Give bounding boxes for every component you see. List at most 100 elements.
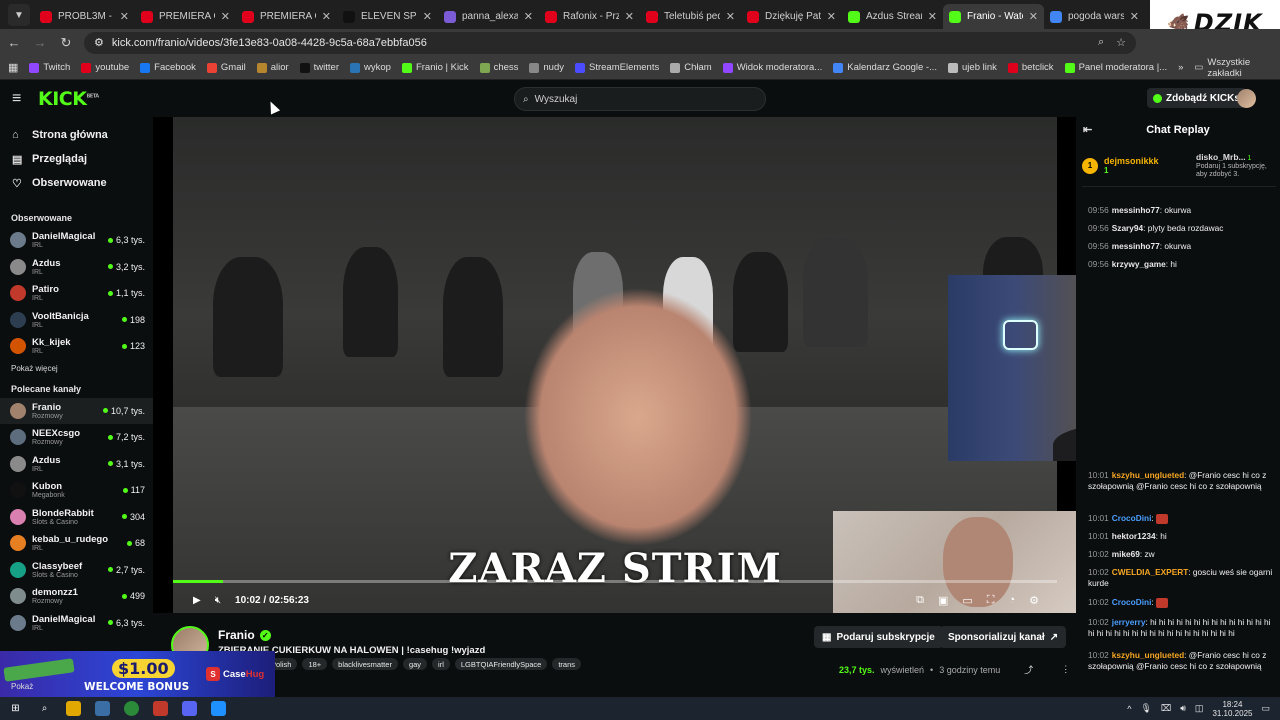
channel-item[interactable]: Kk_kijek IRL 123 xyxy=(0,333,153,360)
close-tab-icon[interactable]: ✕ xyxy=(423,10,432,23)
get-kicks-button[interactable]: Zdobądź KICKs xyxy=(1147,88,1246,108)
search-taskbar-icon[interactable]: ⌕ xyxy=(37,701,52,716)
nav-home[interactable]: ⌂ Strona główna xyxy=(0,123,153,147)
bookmark-item[interactable]: Kalendarz Google -... xyxy=(833,62,937,73)
bookmarks-overflow-icon[interactable]: » xyxy=(1178,62,1183,73)
stream-tag[interactable]: irl xyxy=(432,658,450,670)
streamer-name[interactable]: Franio xyxy=(218,628,255,642)
back-icon[interactable]: ← xyxy=(6,35,22,50)
bookmark-item[interactable]: betclick xyxy=(1007,62,1054,73)
bookmark-item[interactable]: nudy xyxy=(529,62,564,73)
browser-tab[interactable]: pogoda warsz ✕ xyxy=(1044,4,1145,29)
show-more-followed[interactable]: Pokaż więcej xyxy=(0,360,153,378)
kick-logo[interactable]: KICKBETA xyxy=(38,88,99,110)
bookmark-item[interactable]: Chłam xyxy=(670,62,712,73)
tray-app-icon[interactable]: ◫ xyxy=(1195,703,1204,714)
app-icon-red[interactable] xyxy=(153,701,168,716)
show-more-recommended[interactable]: Pokaż xyxy=(11,682,33,691)
message-user[interactable]: hektor1234 xyxy=(1112,531,1156,541)
bookmark-star-icon[interactable]: ☆ xyxy=(1116,36,1126,49)
close-tab-icon[interactable]: ✕ xyxy=(1029,10,1038,23)
settings-icon[interactable]: ⚙ xyxy=(1029,594,1039,607)
volume-icon[interactable]: 🔊︎ xyxy=(1180,703,1186,714)
channel-item[interactable]: Azdus IRL 3,2 tys. xyxy=(0,254,153,281)
stream-tag[interactable]: LGBTQIAFriendlySpace xyxy=(454,658,548,670)
reload-icon[interactable]: ↻ xyxy=(58,35,74,51)
browser-tab[interactable]: ELEVEN SPORT ✕ xyxy=(337,4,438,29)
stream-tag[interactable]: 18+ xyxy=(302,658,328,670)
bookmark-item[interactable]: Panel moderatora |... xyxy=(1064,62,1167,73)
message-user[interactable]: krzywy_game xyxy=(1112,259,1166,269)
message-user[interactable]: Szary94 xyxy=(1112,223,1143,233)
message-user[interactable]: messinho77 xyxy=(1112,241,1160,251)
channel-item[interactable]: NEEXcsgo Rozmowy 7,2 tys. xyxy=(0,424,153,451)
bookmark-item[interactable]: Facebook xyxy=(140,62,196,73)
streamer-name-row[interactable]: Franio ✓ xyxy=(218,628,271,642)
stream-tag[interactable]: gay xyxy=(402,658,428,670)
address-bar[interactable]: ⚙ kick.com/franio/videos/3fe13e83-0a08-4… xyxy=(84,31,1136,54)
close-tab-icon[interactable]: ✕ xyxy=(625,10,634,23)
browser-tab[interactable]: PROBL3M - Sk ✕ xyxy=(34,4,135,29)
share-icon[interactable]: ⤴ xyxy=(1024,663,1033,676)
message-user[interactable]: CWELDIA_EXPERT xyxy=(1112,567,1189,577)
bookmark-item[interactable]: Widok moderatora... xyxy=(722,62,822,73)
close-tab-icon[interactable]: ✕ xyxy=(120,10,129,23)
close-tab-icon[interactable]: ✕ xyxy=(726,10,735,23)
app-icon[interactable] xyxy=(95,701,110,716)
close-tab-icon[interactable]: ✕ xyxy=(322,10,331,23)
close-tab-icon[interactable]: ✕ xyxy=(928,10,937,23)
message-user[interactable]: jerryerry xyxy=(1112,617,1146,627)
search-input[interactable]: ⌕ Wyszukaj xyxy=(514,87,766,111)
url-text[interactable]: kick.com/franio/videos/3fe13e83-0a08-442… xyxy=(112,37,427,49)
bookmark-item[interactable]: Gmail xyxy=(206,62,246,73)
bookmark-item[interactable]: Twitch xyxy=(29,62,70,73)
speed-icon[interactable]: ◔ xyxy=(1008,594,1015,607)
clock[interactable]: 18:24 31.10.2025 xyxy=(1212,700,1252,718)
chrome-icon[interactable] xyxy=(124,701,139,716)
close-tab-icon[interactable]: ✕ xyxy=(827,10,836,23)
gift-sub-button[interactable]: ▦ Podaruj subskrypcje xyxy=(814,626,943,648)
browser-tab[interactable]: Teletubiś peda ✕ xyxy=(640,4,741,29)
fullscreen-icon[interactable]: ⛶ xyxy=(987,594,995,607)
channel-item[interactable]: Azdus IRL 3,1 tys. xyxy=(0,451,153,478)
channel-item[interactable]: VooltBanicja IRL 198 xyxy=(0,307,153,334)
message-user[interactable]: CrocoDini xyxy=(1112,513,1152,523)
sponsor-button[interactable]: Sponsorializuj kanał ↗ xyxy=(940,626,1067,648)
casehug-ad-banner[interactable]: $1.00 WELCOME BONUS S Case Hug xyxy=(0,651,275,697)
play-icon[interactable]: ▶ xyxy=(193,595,201,606)
browser-tab[interactable]: Dziękuję Patry ✕ xyxy=(741,4,842,29)
browser-tab[interactable]: Franio - Watch ✕ xyxy=(943,4,1044,29)
notifications-icon[interactable]: ▭ xyxy=(1261,703,1270,714)
channel-item[interactable]: demonzz1 Rozmowy 499 xyxy=(0,583,153,610)
discord-icon[interactable] xyxy=(182,701,197,716)
site-info-icon[interactable]: ⚙ xyxy=(94,36,104,49)
all-bookmarks-button[interactable]: ▭ Wszystkie zakładki xyxy=(1194,57,1272,79)
bookmark-item[interactable]: alior xyxy=(256,62,289,73)
more-options-icon[interactable]: ⋮ xyxy=(1061,664,1070,675)
message-user[interactable]: kszyhu_unglueted xyxy=(1112,650,1184,660)
app-icon-blue[interactable] xyxy=(211,701,226,716)
message-user[interactable]: mike69 xyxy=(1112,549,1140,559)
channel-item[interactable]: Kubon Megabonk 117 xyxy=(0,477,153,504)
mic-icon[interactable]: 🎙︎ xyxy=(1140,703,1151,714)
stream-tag[interactable]: trans xyxy=(552,658,582,670)
apps-icon[interactable]: ▦ xyxy=(8,61,18,74)
browser-tab[interactable]: PREMIERA GL ✕ xyxy=(236,4,337,29)
channel-item[interactable]: DanielMagical IRL 6,3 tys. xyxy=(0,610,153,637)
leader-entry[interactable]: dejmsonikkk 1 xyxy=(1104,156,1159,175)
tab-search-button[interactable]: ▼ xyxy=(8,4,30,26)
close-tab-icon[interactable]: ✕ xyxy=(1130,10,1139,23)
bookmark-item[interactable]: youtube xyxy=(81,62,129,73)
video-player[interactable]: ZARAZ STRIM ▶ 🔇︎ 10:02 / 02:56:23 ⧉ ▣ ▭ … xyxy=(153,117,1076,613)
mute-icon[interactable]: 🔇︎ xyxy=(215,595,221,606)
channel-item[interactable]: kebab_u_rudego IRL 68 xyxy=(0,530,153,557)
menu-icon[interactable]: ≡ xyxy=(12,90,26,108)
browser-tab[interactable]: PREMIERA GL ✕ xyxy=(135,4,236,29)
user-avatar[interactable] xyxy=(1237,89,1256,108)
browser-tab[interactable]: panna_alexand ✕ xyxy=(438,4,539,29)
stream-tag[interactable]: blacklivesmatter xyxy=(332,658,398,670)
message-user[interactable]: messinho77 xyxy=(1112,205,1160,215)
browser-tab[interactable]: Azdus Stream ✕ xyxy=(842,4,943,29)
windows-start-icon[interactable]: ⊞ xyxy=(8,701,23,716)
bookmark-item[interactable]: chess xyxy=(479,62,518,73)
